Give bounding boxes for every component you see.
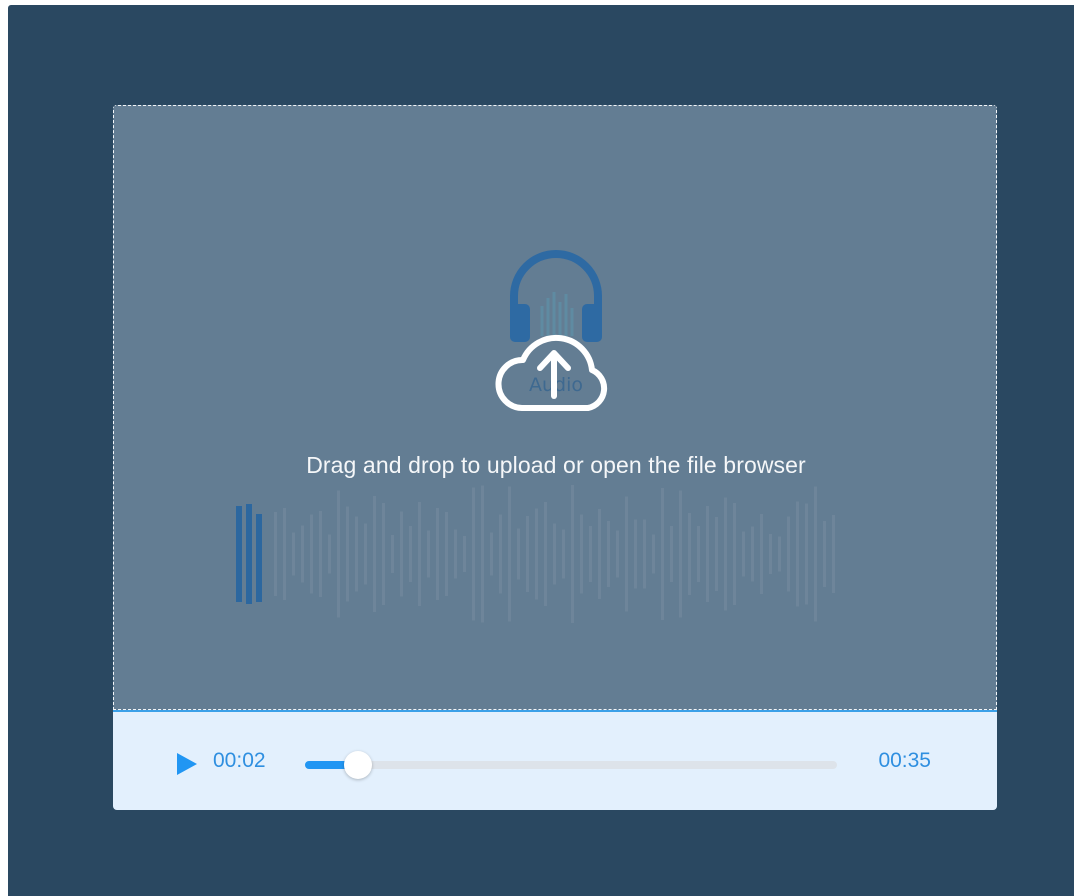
seek-bar[interactable] [305,751,837,779]
app-frame: Audio Drag and drop to upload or open th… [8,5,1074,896]
audio-upload-card: Audio Drag and drop to upload or open th… [113,105,997,810]
upload-dropzone[interactable]: Audio Drag and drop to upload or open th… [113,105,997,710]
waveform-placeholder [236,485,835,623]
total-time: 00:35 [878,749,931,772]
upload-hint-text: Drag and drop to upload or open the file… [306,452,806,478]
play-icon[interactable] [175,751,199,777]
current-time: 00:02 [213,749,266,772]
audio-player: 00:02 00:35 [113,710,997,810]
upload-cloud-icon [495,334,608,411]
seek-thumb[interactable] [344,751,373,779]
